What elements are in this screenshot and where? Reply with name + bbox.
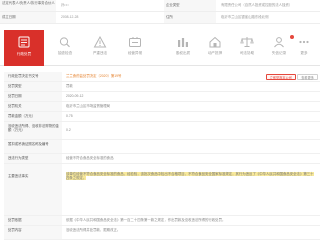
tab-abnormal-operation[interactable]: 经营异常: [118, 34, 152, 60]
tab-penalty[interactable]: 行政处罚: [4, 30, 44, 66]
penalty-type-label: 处罚类型: [4, 82, 62, 91]
tab-label: 更多: [300, 51, 308, 55]
detail-row: 处罚依据 依据《中华人民共和国食品安全法》第一百二十四条第一款之规定，作出罚款及…: [4, 216, 320, 226]
license-revocation-label: 暂扣或吊销证照名称及编号: [4, 140, 62, 153]
tab-label: 严重违法: [92, 51, 108, 55]
tab-label: 抽查检查: [57, 51, 73, 55]
abnormal-operation-icon: [129, 37, 141, 47]
penalty-date-label: 处罚日期: [4, 92, 62, 101]
more-icon: [299, 40, 309, 44]
tab-label: 动产抵押: [207, 51, 223, 55]
penalty-type-value: 罚款: [66, 84, 73, 88]
inspection-icon: [59, 37, 70, 48]
detail-row: 违法行为类型 经营不符合食品安全标准的食品: [4, 154, 320, 164]
tab-equity-pledge[interactable]: 股权出质: [166, 34, 200, 60]
mortgage-icon: [209, 36, 221, 48]
tab-mortgage[interactable]: 动产抵押: [198, 34, 232, 60]
detail-row-doc-number: 行政处罚决定书文号 兰兰食药监处罚决定〔2020〕第19号 立即举报本公司 查看…: [4, 72, 320, 82]
penalty-content-label: 处罚内容: [4, 226, 62, 239]
serious-violation-icon: [93, 36, 107, 48]
tab-more[interactable]: 更多: [290, 34, 318, 60]
penalty-content-value: 没收违法所得并处罚款，限期改正。: [66, 228, 121, 232]
legal-rep-label: 法定代表人/负责人/执行事务合伙人: [0, 0, 56, 11]
detail-row: 主要违法事实 该单位经营不符合食品安全标准的食品，经检验，该批次食品中检出不合格…: [4, 164, 320, 216]
address-label: 住所: [164, 12, 216, 23]
view-more-button[interactable]: 查看更多: [297, 74, 318, 80]
main-facts-label: 主要违法事实: [4, 164, 62, 215]
confiscation-amount-label: 没收违法所得、没收非法财物的金额（万元）: [4, 122, 62, 139]
established-date-label: 成立日期: [0, 12, 56, 23]
detail-row: 处罚内容 没收违法所得并处罚款，限期改正。: [4, 226, 320, 240]
tab-inspection[interactable]: 抽查检查: [48, 34, 82, 60]
established-date-value: 2008-12-28: [61, 15, 79, 19]
penalty-date-value: 2020-09-12: [66, 94, 84, 98]
record-tab-strip: 行政处罚 抽查检查 严重违法 经营异常 股权出质 动产抵押 司法协助 失信记录 …: [0, 30, 320, 66]
legal-rep-value: 孙□□: [61, 3, 69, 7]
detail-row: 暂扣或吊销证照名称及编号: [4, 140, 320, 154]
confiscation-amount-value: 0.2: [66, 128, 71, 132]
detail-row: 处罚类型 罚款: [4, 82, 320, 92]
penalty-basis-value: 依据《中华人民共和国食品安全法》第一百二十四条第一款之规定，作出罚款及没收违法所…: [66, 218, 226, 222]
violation-type-value: 经营不符合食品安全标准的食品: [66, 156, 114, 160]
penalty-authority-label: 处罚机关: [4, 102, 62, 111]
license-revocation-value: [66, 140, 320, 142]
doc-number-label: 行政处罚决定书文号: [4, 72, 62, 81]
penalty-icon: [18, 36, 30, 48]
tab-label: 司法协助: [239, 51, 255, 55]
equity-pledge-icon: [178, 38, 188, 47]
tab-label: 行政处罚: [16, 52, 32, 56]
detail-row: 没收违法所得、没收非法财物的金额（万元） 0.2: [4, 122, 320, 140]
judicial-icon: [240, 37, 254, 47]
detail-row: 处罚机关 临沂市兰山区市场监督管理局: [4, 102, 320, 112]
enterprise-type-value: 有限责任公司（自然人投资或控股的法人独资）: [221, 3, 293, 7]
tab-label: 股权出质: [175, 51, 191, 55]
tab-judicial[interactable]: 司法协助: [230, 34, 264, 60]
penalty-authority-value: 临沂市兰山区市场监督管理局: [66, 104, 111, 108]
doc-number-value: 兰兰食药监处罚决定〔2020〕第19号: [66, 74, 122, 78]
info-row: 法定代表人/负责人/执行事务合伙人 孙□□ 企业类型 有限责任公司（自然人投资或…: [0, 0, 320, 12]
violation-type-label: 违法行为类型: [4, 154, 62, 163]
enterprise-type-label: 企业类型: [164, 0, 216, 11]
detail-row: 处罚日期 2020-09-12: [4, 92, 320, 102]
highlighted-text: 该单位经营不符合食品安全标准的食品，经检验，该批次食品中检出不合格项目，不符合食…: [66, 172, 314, 181]
address-value: 临沂市兰山区银雀山路东段北侧: [221, 15, 269, 19]
penalty-basis-label: 处罚依据: [4, 216, 62, 225]
tab-serious-violation[interactable]: 严重违法: [83, 34, 117, 60]
fine-amount-label: 罚款金额（万元）: [4, 112, 62, 121]
detail-row: 罚款金额（万元） 0.75: [4, 112, 320, 122]
dishonest-icon: [274, 37, 284, 48]
main-facts-value: 该单位经营不符合食品安全标准的食品，经检验，该批次食品中检出不合格项目，不符合食…: [66, 164, 320, 181]
fine-amount-value: 0.75: [66, 114, 73, 118]
enterprise-info-table: 法定代表人/负责人/执行事务合伙人 孙□□ 企业类型 有限责任公司（自然人投资或…: [0, 0, 320, 24]
tab-label: 经营异常: [127, 51, 143, 55]
info-row: 成立日期 2008-12-28 住所 临沂市兰山区银雀山路东段北侧: [0, 12, 320, 24]
report-company-button[interactable]: 立即举报本公司: [265, 74, 296, 80]
